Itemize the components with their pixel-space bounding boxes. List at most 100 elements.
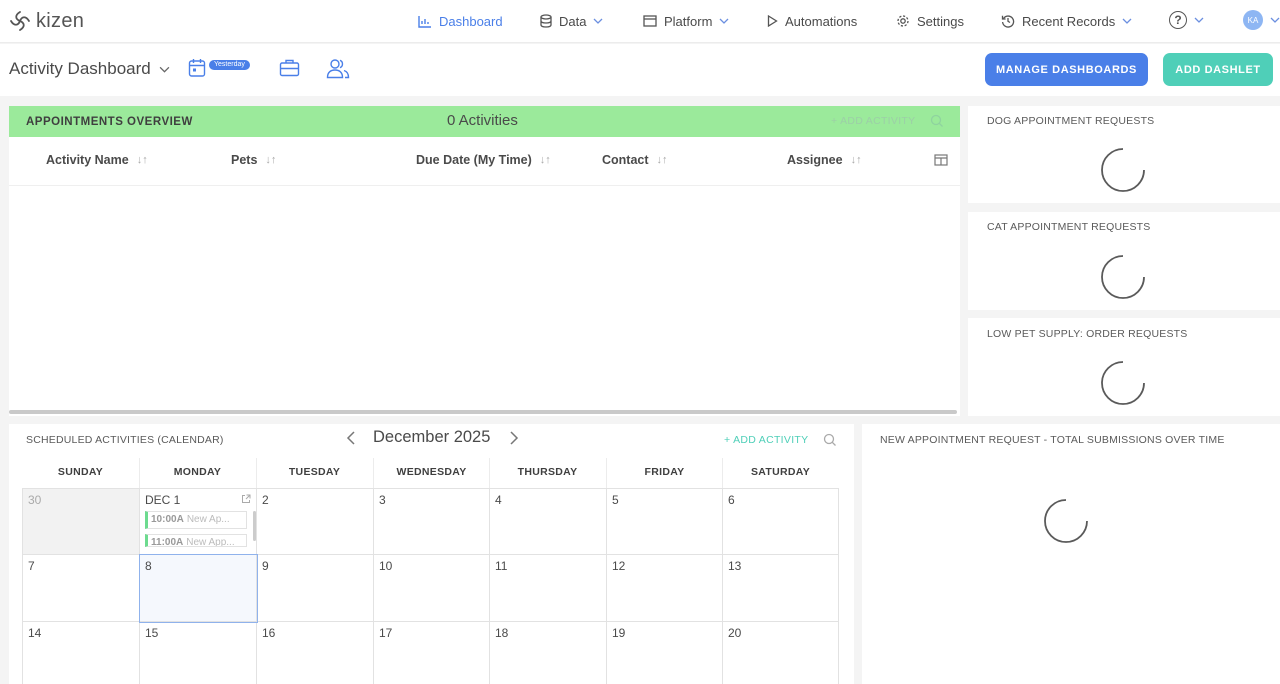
calendar-day-today[interactable]: 8	[139, 554, 258, 623]
loading-spinner-icon	[1101, 361, 1145, 405]
window-icon	[643, 15, 657, 27]
day-number: 30	[28, 493, 42, 507]
calendar-day[interactable]: 16	[257, 622, 374, 684]
calendar-day[interactable]: 19	[607, 622, 723, 684]
kizen-logo[interactable]: kizen	[8, 9, 84, 33]
nav-data[interactable]: Data	[540, 12, 603, 30]
nav-settings[interactable]: Settings	[896, 12, 964, 30]
column-header-activity-name[interactable]: Activity Name ↓↑	[46, 153, 148, 167]
nav-dashboard[interactable]: Dashboard	[418, 12, 503, 30]
day-number: 19	[612, 626, 626, 640]
cat-requests-dashlet: CAT APPOINTMENT REQUESTS	[968, 212, 1280, 310]
sort-icon[interactable]: ↓↑	[851, 154, 862, 166]
column-header-pets[interactable]: Pets ↓↑	[231, 153, 276, 167]
calendar-day[interactable]: 9	[257, 555, 374, 622]
sort-icon[interactable]: ↓↑	[540, 154, 551, 166]
external-link-icon[interactable]	[241, 494, 251, 504]
day-header-saturday: SATURDAY	[751, 466, 810, 478]
calendar-day[interactable]: 3	[374, 489, 490, 555]
horizontal-scrollbar[interactable]	[9, 410, 957, 414]
activity-count: 0 Activities	[447, 112, 518, 129]
sort-icon[interactable]: ↓↑	[657, 154, 668, 166]
event-time: 10:00A	[151, 514, 184, 525]
search-icon[interactable]	[823, 433, 837, 447]
dashboard-selector[interactable]: Activity Dashboard	[9, 59, 170, 79]
calendar-event[interactable]: 11:00A New App...	[145, 534, 247, 547]
event-title: New App...	[186, 537, 235, 547]
calendar-day[interactable]: 18	[490, 622, 607, 684]
nav-automations[interactable]: Automations	[767, 12, 857, 30]
sort-icon[interactable]: ↓↑	[265, 154, 276, 166]
nav-dashboard-label: Dashboard	[439, 13, 503, 29]
column-label: Due Date (My Time)	[416, 153, 532, 167]
chevron-down-icon	[1270, 17, 1280, 23]
day-number: 14	[28, 626, 42, 640]
divider	[139, 458, 140, 488]
people-filter-button[interactable]	[326, 58, 350, 79]
day-header-tuesday: TUESDAY	[288, 466, 341, 478]
column-label: Assignee	[787, 153, 843, 167]
calendar-grid: 30 DEC 1 10:00A New Ap... 11:00A New App..…	[22, 488, 839, 684]
calendar-day[interactable]: 14	[23, 622, 140, 684]
add-activity-link[interactable]: + ADD ACTIVITY	[831, 115, 915, 127]
day-number: 3	[379, 493, 386, 507]
calendar-day[interactable]: DEC 1 10:00A New Ap... 11:00A New App...	[140, 489, 257, 555]
day-header-friday: FRIDAY	[644, 466, 685, 478]
search-icon[interactable]	[930, 114, 944, 128]
chevron-left-icon[interactable]	[345, 430, 357, 446]
add-dashlet-button[interactable]: ADD DASHLET	[1163, 53, 1273, 86]
divider	[256, 458, 257, 488]
columns-icon[interactable]	[934, 154, 948, 166]
team-filter-button[interactable]	[279, 59, 300, 77]
dashlet-title: LOW PET SUPPLY: ORDER REQUESTS	[987, 328, 1188, 340]
nav-platform-label: Platform	[664, 13, 713, 29]
day-number: 13	[728, 559, 742, 573]
calendar-day[interactable]: 7	[23, 555, 140, 622]
loading-spinner-icon	[1101, 148, 1145, 192]
column-header-contact[interactable]: Contact ↓↑	[602, 153, 668, 167]
calendar-day[interactable]: 11	[490, 555, 607, 622]
calendar-day[interactable]: 4	[490, 489, 607, 555]
database-icon	[540, 14, 552, 28]
date-filter-button[interactable]	[188, 58, 207, 78]
top-navigation: kizen Dashboard Data Platform Automation…	[0, 0, 1280, 43]
calendar-day[interactable]: 10	[374, 555, 490, 622]
dashlet-title: NEW APPOINTMENT REQUEST - TOTAL SUBMISSI…	[880, 434, 1225, 446]
kizen-logo-icon	[10, 11, 30, 31]
calendar-add-activity-link[interactable]: + ADD ACTIVITY	[724, 434, 808, 446]
divider	[489, 458, 490, 488]
nav-platform[interactable]: Platform	[643, 12, 729, 30]
date-filter-badge: Yesterday	[209, 60, 250, 70]
calendar-day[interactable]: 6	[723, 489, 839, 555]
column-header-due-date[interactable]: Due Date (My Time) ↓↑	[416, 153, 551, 167]
users-icon	[326, 59, 350, 79]
nav-recent-records-label: Recent Records	[1022, 13, 1116, 29]
nav-recent-records[interactable]: Recent Records	[1001, 12, 1132, 30]
calendar-day[interactable]: 17	[374, 622, 490, 684]
day-header-monday: MONDAY	[173, 466, 222, 478]
day-number: 2	[262, 493, 269, 507]
sort-icon[interactable]: ↓↑	[137, 154, 148, 166]
event-title: New Ap...	[186, 514, 230, 525]
calendar-day[interactable]: 30	[23, 489, 140, 555]
calendar-day[interactable]: 12	[607, 555, 723, 622]
nav-settings-label: Settings	[917, 13, 964, 29]
calendar-event[interactable]: 10:00A New Ap...	[145, 511, 247, 529]
day-number: 11	[495, 559, 508, 573]
user-menu[interactable]: KA	[1243, 10, 1280, 30]
appointments-title: APPOINTMENTS OVERVIEW	[26, 116, 193, 128]
calendar-day[interactable]: 5	[607, 489, 723, 555]
calendar-day[interactable]: 15	[140, 622, 257, 684]
calendar-day[interactable]: 13	[723, 555, 839, 622]
column-label: Contact	[602, 153, 649, 167]
calendar-day[interactable]: 2	[257, 489, 374, 555]
help-menu[interactable]: ?	[1169, 11, 1204, 29]
day-header-thursday: THURSDAY	[517, 466, 578, 478]
cell-scrollbar[interactable]	[253, 511, 256, 541]
dog-requests-dashlet: DOG APPOINTMENT REQUESTS	[968, 106, 1280, 203]
chevron-right-icon[interactable]	[508, 430, 520, 446]
column-header-assignee[interactable]: Assignee ↓↑	[787, 153, 862, 167]
manage-dashboards-button[interactable]: MANAGE DASHBOARDS	[985, 53, 1148, 86]
calendar-day[interactable]: 20	[723, 622, 839, 684]
table-divider	[9, 185, 960, 186]
